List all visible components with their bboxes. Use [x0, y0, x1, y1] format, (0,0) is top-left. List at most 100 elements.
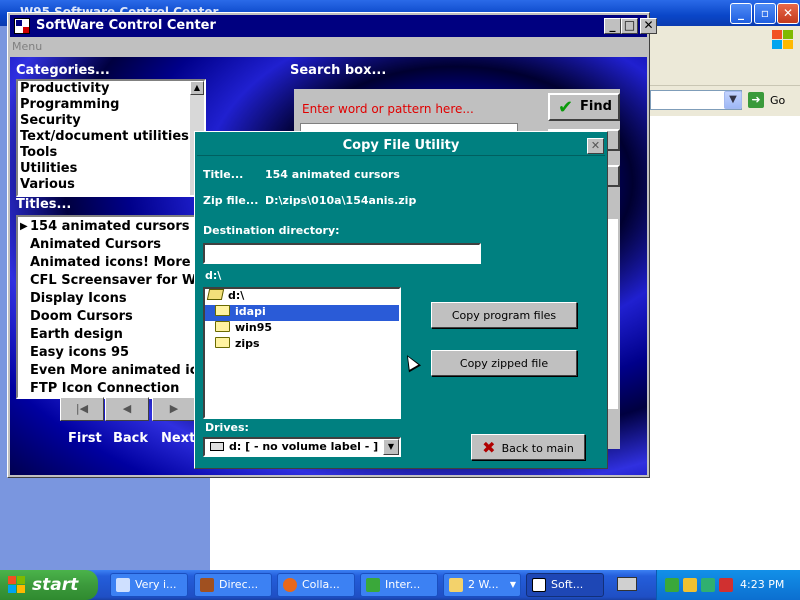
network-tray-icon[interactable] [665, 578, 679, 592]
bg-close-button[interactable]: ✕ [777, 3, 799, 24]
list-item[interactable]: Security [18, 113, 204, 129]
dialog-titlebar: Copy File Utility ✕ [197, 134, 605, 156]
taskbar-group-item[interactable]: 2 W... ▼ [443, 573, 521, 597]
destination-label: Destination directory: [203, 224, 340, 237]
current-path: d:\ [205, 269, 222, 282]
clock[interactable]: 4:23 PM [740, 578, 784, 591]
list-item[interactable]: Even More animated icor [18, 363, 194, 379]
go-arrow-icon[interactable]: ➜ [748, 92, 764, 108]
close-button[interactable]: ✕ [640, 18, 657, 34]
next-label[interactable]: Next [161, 431, 195, 446]
directory-item[interactable]: win95 [215, 321, 395, 337]
taskbar-item[interactable]: Inter... [360, 573, 438, 597]
scroll-up-icon[interactable]: ▲ [190, 81, 204, 95]
list-item[interactable]: Various [18, 177, 204, 193]
checkmark-icon: ✔ [558, 97, 574, 118]
list-item[interactable]: FTP Icon Connection [18, 381, 194, 397]
categories-list[interactable]: Productivity Programming Security Text/d… [16, 79, 206, 197]
next-button[interactable]: ▶ [152, 397, 196, 421]
back-button[interactable]: ◀ [105, 397, 149, 421]
directory-label: d:\ [228, 289, 245, 302]
search-input[interactable]: Enter word or pattern here... [300, 99, 518, 119]
app-icon [532, 578, 546, 592]
titles-label: Titles... [16, 197, 72, 212]
directory-label: zips [235, 337, 260, 350]
back-to-main-button[interactable]: ✖ Back to main [471, 434, 585, 460]
taskbar-item[interactable]: Very i... [110, 573, 188, 597]
categories-label: Categories... [16, 63, 110, 78]
search-box-label: Search box... [290, 63, 387, 78]
directory-icon [200, 578, 214, 592]
list-item[interactable]: Doom Cursors [18, 309, 194, 325]
address-dropdown-icon[interactable]: ▼ [724, 91, 742, 109]
menu-bar[interactable]: Menu [12, 40, 42, 53]
list-item[interactable]: Earth design [18, 327, 194, 343]
taskbar-item[interactable]: Direc... [194, 573, 272, 597]
bg-minimize-button[interactable]: _ [730, 3, 752, 24]
directory-list[interactable]: d:\ idapi win95 zips [203, 287, 401, 419]
list-item[interactable]: Easy icons 95 [18, 345, 194, 361]
taskbar-item-label: Soft... [551, 578, 584, 591]
drives-dropdown[interactable]: d: [ - no volume label - ] ▼ [203, 437, 401, 457]
drive-value: d: [ - no volume label - ] [229, 440, 379, 453]
back-label[interactable]: Back [113, 431, 148, 446]
dialog-close-button[interactable]: ✕ [587, 138, 604, 154]
copy-program-files-button[interactable]: Copy program files [431, 302, 577, 328]
shield-tray-icon[interactable] [719, 578, 733, 592]
network-icon [366, 578, 380, 592]
list-item[interactable]: CFL Screensaver for Win [18, 273, 194, 289]
go-button[interactable]: Go [770, 94, 785, 107]
first-label[interactable]: First [68, 431, 102, 446]
taskbar-item-active[interactable]: Soft... [526, 573, 604, 597]
taskbar-item-label: Very i... [135, 578, 177, 591]
list-item[interactable]: Tools [18, 145, 204, 161]
find-button[interactable]: ✔ Find [548, 93, 620, 121]
desktop: W95 Software Control Center _ ▫ ✕ ▼ ➜ Go… [0, 0, 800, 600]
taskbar: start Very i... Direc... Colla... Inter.… [0, 570, 800, 600]
app-icon [14, 18, 30, 34]
folder-icon [449, 578, 463, 592]
dialog-title: Copy File Utility [342, 138, 460, 153]
taskbar-item-label: Inter... [385, 578, 421, 591]
back-to-main-label: Back to main [501, 442, 574, 455]
chevron-down-icon: ▼ [509, 580, 516, 589]
list-item[interactable]: Animated Cursors [18, 237, 194, 253]
find-label: Find [580, 99, 612, 114]
folder-icon [215, 321, 230, 332]
open-folder-icon [206, 289, 225, 300]
bg-maximize-button[interactable]: ▫ [754, 3, 776, 24]
list-item[interactable]: Utilities [18, 161, 204, 177]
list-item[interactable]: Animated icons! More of t [18, 255, 194, 271]
start-button[interactable]: start [0, 570, 98, 600]
keyboard-icon[interactable] [617, 577, 637, 591]
folder-icon [215, 305, 230, 316]
firefox-icon [283, 578, 297, 592]
directory-item[interactable]: d:\ [206, 289, 398, 305]
list-item[interactable]: Display Icons [18, 291, 194, 307]
first-button[interactable]: |◀ [60, 397, 104, 421]
destination-input[interactable] [203, 243, 481, 264]
title-field-value: 154 animated cursors [265, 168, 400, 181]
zip-file-value: D:\zips\010a\154anis.zip [265, 194, 417, 207]
taskbar-item[interactable]: Colla... [277, 573, 355, 597]
copy-zipped-file-button[interactable]: Copy zipped file [431, 350, 577, 376]
selected-arrow-icon: ▶ [20, 221, 28, 232]
maximize-button[interactable]: □ [621, 18, 638, 34]
list-item[interactable]: Productivity [18, 81, 204, 97]
titles-list[interactable]: ▶ 154 animated cursors Animated Cursors … [16, 215, 196, 399]
list-item[interactable]: Text/document utilities [18, 129, 204, 145]
start-label: start [32, 575, 79, 595]
main-window-title: SoftWare Control Center [36, 18, 216, 33]
directory-item[interactable]: zips [215, 337, 395, 353]
title-field-label: Title... [203, 168, 244, 181]
main-window-titlebar: SoftWare Control Center _ □ ✕ [10, 15, 657, 37]
windows-logo-icon [8, 576, 26, 594]
chevron-down-icon[interactable]: ▼ [383, 439, 399, 455]
list-item[interactable]: ▶ 154 animated cursors [18, 219, 194, 235]
update-tray-icon[interactable] [701, 578, 715, 592]
security-tray-icon[interactable] [683, 578, 697, 592]
directory-label: idapi [235, 305, 266, 318]
minimize-button[interactable]: _ [604, 18, 621, 34]
directory-item-selected[interactable]: idapi [205, 305, 399, 321]
list-item[interactable]: Programming [18, 97, 204, 113]
